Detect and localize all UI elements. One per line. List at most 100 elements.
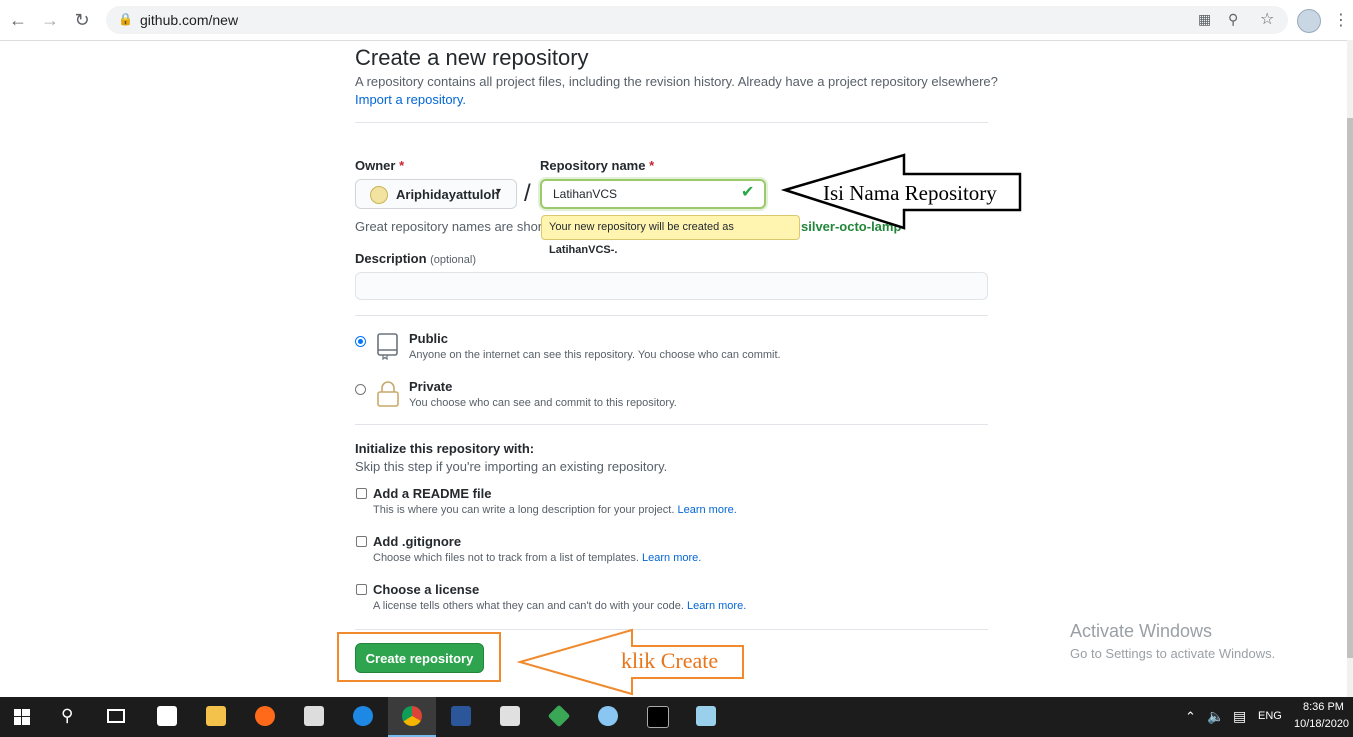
description-input[interactable] xyxy=(355,272,988,300)
taskbar-file-explorer[interactable] xyxy=(192,697,240,737)
private-description: You choose who can see and commit to thi… xyxy=(409,397,677,409)
terminal-icon xyxy=(647,706,669,728)
camera-icon xyxy=(304,706,324,726)
lock-icon xyxy=(377,381,399,407)
repo-book-icon xyxy=(377,333,398,360)
license-checkbox[interactable] xyxy=(356,584,367,595)
taskbar-firefox[interactable] xyxy=(241,697,289,737)
kebab-menu-icon[interactable]: ⋮ xyxy=(1333,10,1349,30)
notification-icon[interactable]: ▤ xyxy=(1233,708,1246,725)
browser-toolbar: ← → ↻ 🔒 github.com/new ▦ ⚲ ☆ ⋮ xyxy=(0,0,1353,41)
taskbar-git[interactable] xyxy=(535,697,583,737)
task-view-button[interactable] xyxy=(94,697,142,737)
chevron-down-icon: ▾ xyxy=(496,186,502,197)
divider xyxy=(355,424,988,425)
back-arrow-icon[interactable]: ← xyxy=(6,8,30,32)
address-bar[interactable]: 🔒 github.com/new ▦ ⚲ ☆ xyxy=(106,6,1288,34)
store-icon xyxy=(157,706,177,726)
activate-windows-subtitle: Go to Settings to activate Windows. xyxy=(1070,646,1276,661)
paint-icon xyxy=(598,706,618,726)
gitignore-desc-text: Choose which files not to track from a l… xyxy=(373,552,639,564)
repo-name-label: Repository name * xyxy=(540,158,654,173)
tooltip-repo-name: LatihanVCS-. xyxy=(549,244,618,256)
photos-icon xyxy=(500,706,520,726)
optional-tag: (optional) xyxy=(430,254,476,266)
gitignore-title[interactable]: Add .gitignore xyxy=(373,534,461,549)
gitignore-checkbox[interactable] xyxy=(356,536,367,547)
taskbar-chrome[interactable] xyxy=(388,697,436,737)
profile-icon[interactable] xyxy=(1297,9,1321,33)
clock-date[interactable]: 10/18/2020 xyxy=(1294,718,1349,730)
chrome-icon xyxy=(402,706,422,726)
taskbar-word[interactable] xyxy=(437,697,485,737)
license-title[interactable]: Choose a license xyxy=(373,582,479,597)
search-button[interactable]: ⚲ xyxy=(46,697,94,737)
owner-label: Owner * xyxy=(355,158,404,173)
forward-arrow-icon[interactable]: → xyxy=(38,8,62,32)
firefox-icon xyxy=(255,706,275,726)
required-mark: * xyxy=(399,158,405,173)
divider xyxy=(355,315,988,316)
folder-icon xyxy=(206,706,226,726)
readme-desc-text: This is where you can write a long descr… xyxy=(373,504,675,516)
private-radio[interactable] xyxy=(355,384,366,395)
reload-icon[interactable]: ↻ xyxy=(70,8,94,32)
activate-windows-title: Activate Windows xyxy=(1070,621,1213,641)
taskbar-edge[interactable] xyxy=(339,697,387,737)
check-icon: ✔ xyxy=(741,184,755,201)
public-description: Anyone on the internet can see this repo… xyxy=(409,349,781,361)
repository-name-input[interactable] xyxy=(540,179,766,209)
init-subheading: Skip this step if you're importing an ex… xyxy=(355,459,668,474)
required-mark: * xyxy=(649,158,655,173)
search-icon: ⚲ xyxy=(61,706,74,725)
tooltip-text: Your new repository will be created as xyxy=(549,221,734,233)
public-title[interactable]: Public xyxy=(409,331,448,346)
windows-taskbar: ⚲ ⌃ 🔈 ▤ ENG 8:36 PM 10/18/2020 xyxy=(0,697,1353,737)
lock-icon: 🔒 xyxy=(118,12,133,26)
language-indicator[interactable]: ENG xyxy=(1258,710,1282,722)
repo-name-hint: Great repository names are short xyxy=(355,219,546,234)
import-repository-link[interactable]: Import a repository. xyxy=(355,92,466,107)
readme-description: This is where you can write a long descr… xyxy=(373,504,737,516)
url-text[interactable]: github.com/new xyxy=(140,12,238,28)
learn-more-link[interactable]: Learn more. xyxy=(642,552,701,564)
chevron-up-icon[interactable]: ⌃ xyxy=(1185,709,1196,725)
repo-name-label-text: Repository name xyxy=(540,158,646,173)
speaker-icon[interactable]: 🔈 xyxy=(1207,708,1224,725)
learn-more-link[interactable]: Learn more. xyxy=(677,504,736,516)
taskbar-camera[interactable] xyxy=(290,697,338,737)
owner-dropdown[interactable]: Ariphidayattuloh ▾ xyxy=(355,179,517,209)
init-heading: Initialize this repository with: xyxy=(355,441,535,456)
task-view-icon xyxy=(107,709,125,723)
owner-label-text: Owner xyxy=(355,158,396,173)
gitignore-description: Choose which files not to track from a l… xyxy=(373,552,701,564)
translate-icon[interactable]: ▦ xyxy=(1198,11,1211,28)
taskbar-paint[interactable] xyxy=(584,697,632,737)
star-icon[interactable]: ☆ xyxy=(1260,9,1274,29)
private-title[interactable]: Private xyxy=(409,379,452,394)
taskbar-photos[interactable] xyxy=(486,697,534,737)
create-repository-button[interactable]: Create repository xyxy=(355,643,484,673)
annotation-name-note: Isi Nama Repository xyxy=(823,181,997,205)
page-title: Create a new repository xyxy=(355,45,589,70)
owner-repo-separator: / xyxy=(524,180,531,207)
start-button[interactable] xyxy=(0,697,48,737)
taskbar-notepad[interactable] xyxy=(682,697,730,737)
clock-time[interactable]: 8:36 PM xyxy=(1303,701,1344,713)
license-description: A license tells others what they can and… xyxy=(373,600,746,612)
description-label: Description (optional) xyxy=(355,251,476,266)
readme-checkbox[interactable] xyxy=(356,488,367,499)
zoom-icon[interactable]: ⚲ xyxy=(1228,11,1238,28)
public-radio[interactable] xyxy=(355,336,366,347)
repo-name-tooltip: Your new repository will be created as L… xyxy=(541,215,800,256)
divider xyxy=(355,122,988,123)
git-icon xyxy=(547,704,571,728)
taskbar-terminal[interactable] xyxy=(633,697,681,737)
readme-title[interactable]: Add a README file xyxy=(373,486,491,501)
scrollbar-thumb[interactable] xyxy=(1347,118,1353,658)
learn-more-link[interactable]: Learn more. xyxy=(687,600,746,612)
notepad-icon xyxy=(696,706,716,726)
license-desc-text: A license tells others what they can and… xyxy=(373,600,684,612)
annotation-create-note: klik Create xyxy=(621,648,719,673)
taskbar-store[interactable] xyxy=(143,697,191,737)
